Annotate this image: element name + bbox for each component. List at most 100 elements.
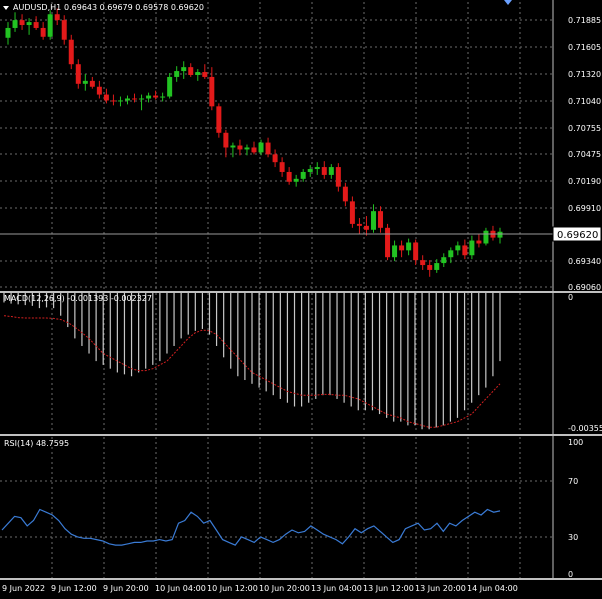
candle-body <box>399 245 405 251</box>
candle-body <box>61 20 67 40</box>
candle-body <box>96 86 102 95</box>
macd-top-label: 0 <box>568 293 573 302</box>
candle-body <box>181 67 187 72</box>
trading-chart-window: 0.71885 0.71605 0.71320 0.71040 0.70755 … <box>0 0 602 597</box>
candle-body <box>47 14 53 37</box>
candle-body <box>244 147 250 150</box>
candle-body <box>370 211 376 230</box>
candle-body <box>209 76 215 107</box>
candle-body <box>26 22 32 26</box>
candle-body <box>132 98 138 100</box>
candle-body <box>392 245 398 258</box>
candlestick-series <box>5 8 503 277</box>
candle-body <box>124 98 130 101</box>
candle-body <box>462 245 468 256</box>
macd-bottom-label: -0.00355 <box>568 424 602 433</box>
candle-body <box>385 227 391 258</box>
candle-body <box>441 257 447 264</box>
candle-body <box>54 14 60 21</box>
candle-body <box>378 211 384 228</box>
candle-body <box>40 27 46 37</box>
price-tick-label: 0.70475 <box>568 150 601 159</box>
candle-body <box>448 250 454 258</box>
candle-body <box>139 98 145 100</box>
candle-body <box>321 167 327 175</box>
candle-body <box>153 95 159 98</box>
candle-body <box>19 20 25 26</box>
price-tick-label: 0.71040 <box>568 97 601 106</box>
candle-body <box>349 201 355 224</box>
candle-body <box>265 142 271 155</box>
candle-body <box>82 80 88 84</box>
chart-canvas[interactable]: 0.71885 0.71605 0.71320 0.71040 0.70755 … <box>0 0 602 597</box>
rsi-level-label: 70 <box>568 477 578 486</box>
candle-body <box>406 242 412 251</box>
candle-body <box>160 96 166 98</box>
rsi-level-label: 0 <box>568 570 573 579</box>
candle-body <box>469 240 475 256</box>
candle-body <box>272 154 278 163</box>
macd-indicator <box>3 293 501 430</box>
candle-body <box>251 147 257 153</box>
candle-body <box>167 76 173 97</box>
candle-body <box>258 142 264 153</box>
scroll-marker-icon[interactable] <box>504 0 512 5</box>
price-tick-label: 0.71885 <box>568 16 601 25</box>
candle-body <box>216 106 222 133</box>
candle-body <box>427 265 433 270</box>
candle-body <box>293 178 299 182</box>
price-tick-label: 0.71320 <box>568 70 601 79</box>
candle-body <box>195 72 201 75</box>
candle-body <box>110 100 116 102</box>
candle-body <box>230 145 236 148</box>
time-tick-label: 10 Jun 04:00 <box>155 584 206 593</box>
price-tick-label: 0.71605 <box>568 43 601 52</box>
candle-body <box>12 20 18 28</box>
candle-body <box>420 260 426 266</box>
candle-body <box>223 132 229 148</box>
candle-body <box>68 39 74 65</box>
candle-body <box>33 22 39 28</box>
price-line-marker: 0.69620 <box>0 226 602 242</box>
macd-label: MACD(12,26,9) -0.001393 -0.002327 <box>4 294 152 303</box>
price-tick-label: 0.69060 <box>568 283 601 292</box>
time-tick-label: 14 Jun 04:00 <box>467 584 518 593</box>
candle-body <box>363 225 369 230</box>
candle-body <box>413 242 419 261</box>
time-tick-label: 9 Jun 20:00 <box>103 584 149 593</box>
time-tick-label: 13 Jun 20:00 <box>415 584 466 593</box>
price-tick-label: 0.70755 <box>568 124 601 133</box>
candle-body <box>279 162 285 172</box>
time-tick-label: 9 Jun 2022 <box>2 584 45 593</box>
time-tick-label: 13 Jun 04:00 <box>311 584 362 593</box>
candle-body <box>237 145 243 150</box>
price-tick-label: 0.69910 <box>568 204 601 213</box>
candle-body <box>497 231 503 238</box>
rsi-indicator <box>1 508 501 546</box>
candle-body <box>188 67 194 75</box>
current-price-label: 0.69620 <box>557 230 598 241</box>
candle-body <box>117 100 123 102</box>
candle-body <box>434 263 440 270</box>
price-tick-label: 0.70190 <box>568 177 601 186</box>
candle-body <box>483 230 489 244</box>
rsi-label: RSI(14) 48.7595 <box>4 439 69 448</box>
dropdown-arrow-icon[interactable] <box>3 6 9 10</box>
candle-body <box>5 27 11 38</box>
candle-body <box>356 223 362 226</box>
candle-body <box>455 245 461 251</box>
candle-body <box>335 167 341 187</box>
candle-body <box>89 80 95 87</box>
candle-body <box>286 171 292 182</box>
candle-body <box>146 95 152 99</box>
candle-body <box>307 169 313 172</box>
candle-body <box>314 167 320 170</box>
grid <box>0 2 553 578</box>
candle-body <box>103 94 109 101</box>
rsi-level-label: 100 <box>568 438 583 447</box>
candle-body <box>342 186 348 202</box>
symbol-label: AUDUSD,H1 <box>13 3 61 12</box>
rsi-level-label: 30 <box>568 533 578 542</box>
candle-body <box>202 72 208 77</box>
time-tick-label: 13 Jun 12:00 <box>363 584 414 593</box>
